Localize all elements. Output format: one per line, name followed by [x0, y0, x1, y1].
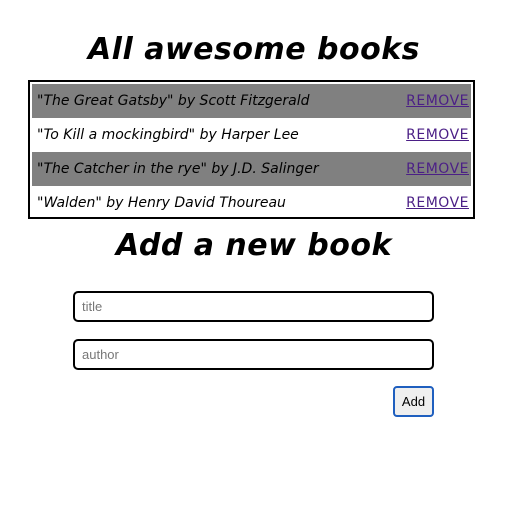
remove-button[interactable]: REMOVE — [406, 161, 469, 177]
book-list: "The Great Gatsby" by Scott Fitzgerald R… — [28, 80, 475, 219]
book-title-author: "Walden" by Henry David Thoureau — [37, 195, 286, 211]
remove-button[interactable]: REMOVE — [406, 195, 469, 211]
add-book-heading: Add a new book — [116, 228, 392, 263]
remove-button[interactable]: REMOVE — [406, 127, 469, 143]
page-title: All awesome books — [87, 32, 421, 67]
title-input[interactable] — [73, 291, 434, 322]
book-title-author: "To Kill a mockingbird" by Harper Lee — [37, 127, 299, 143]
add-button[interactable]: Add — [393, 386, 434, 417]
list-item: "Walden" by Henry David Thoureau REMOVE — [32, 186, 471, 220]
remove-button[interactable]: REMOVE — [406, 93, 469, 109]
book-title-author: "The Great Gatsby" by Scott Fitzgerald — [37, 93, 310, 109]
author-input[interactable] — [73, 339, 434, 370]
list-item: "The Great Gatsby" by Scott Fitzgerald R… — [32, 84, 471, 118]
list-item: "To Kill a mockingbird" by Harper Lee RE… — [32, 118, 471, 152]
book-title-author: "The Catcher in the rye" by J.D. Salinge… — [37, 161, 319, 177]
list-item: "The Catcher in the rye" by J.D. Salinge… — [32, 152, 471, 186]
